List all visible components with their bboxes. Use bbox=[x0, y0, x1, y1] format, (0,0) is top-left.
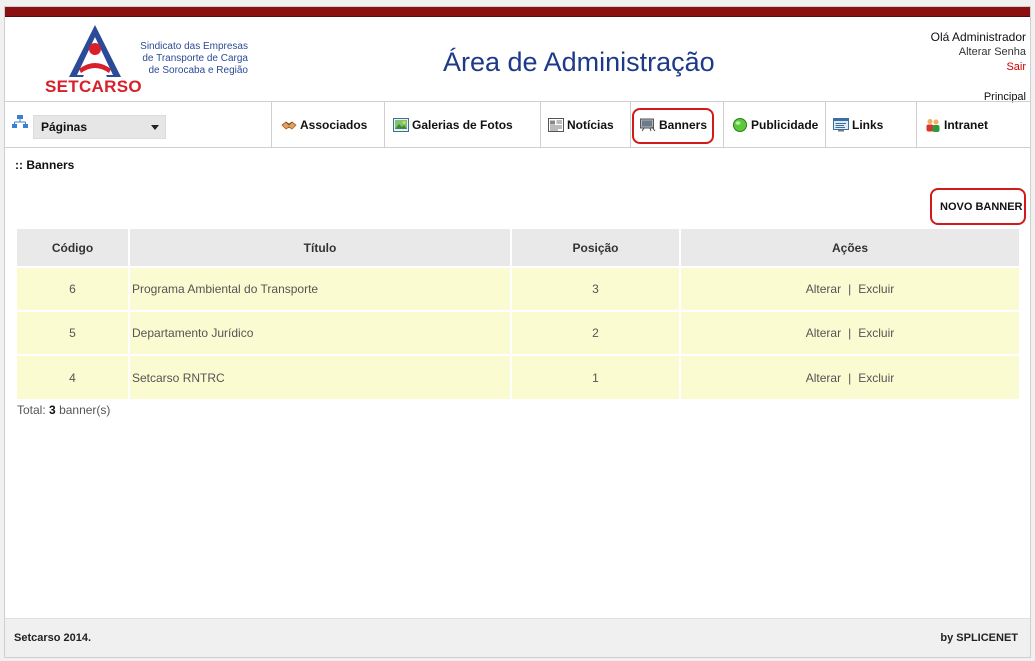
user-box: Olá Administrador Alterar Senha Sair bbox=[931, 30, 1026, 75]
cell-title: Programa Ambiental do Transporte bbox=[129, 266, 512, 311]
main-nav: Páginas Associados Galerias de Fotos Not… bbox=[5, 101, 1030, 148]
nav-label: Associados bbox=[300, 117, 368, 132]
nav-label: Galerias de Fotos bbox=[412, 117, 513, 132]
total-count: 3 bbox=[49, 403, 56, 417]
cell-position: 1 bbox=[511, 354, 681, 399]
cell-position: 3 bbox=[511, 266, 681, 311]
top-bar bbox=[5, 7, 1030, 17]
nav-divider bbox=[271, 102, 272, 147]
breadcrumb: :: Banners bbox=[15, 158, 75, 172]
news-icon bbox=[548, 117, 564, 132]
nav-divider bbox=[723, 102, 724, 147]
nav-divider bbox=[916, 102, 917, 147]
cell-title: Departamento Jurídico bbox=[129, 310, 512, 355]
nav-noticias[interactable]: Notícias bbox=[548, 102, 614, 147]
total-suffix: banner(s) bbox=[59, 403, 111, 417]
greeting: Olá Administrador bbox=[930, 30, 1026, 44]
handshake-icon bbox=[281, 121, 297, 130]
logo-name: SETCARSO bbox=[45, 77, 142, 96]
page-title: Área de Administração bbox=[443, 47, 715, 77]
column-header-acoes: Ações bbox=[680, 229, 1019, 267]
cell-actions: Alterar | Excluir bbox=[680, 310, 1019, 355]
cell-code: 6 bbox=[17, 266, 130, 311]
footer-copyright: Setcarso 2014. bbox=[14, 632, 92, 644]
cell-actions: Alterar | Excluir bbox=[680, 266, 1019, 311]
cell-code: 5 bbox=[17, 310, 130, 355]
action-separator: | bbox=[848, 282, 852, 296]
table-row: 5 Departamento Jurídico 2 Alterar | Exclui… bbox=[17, 310, 1019, 355]
nav-divider bbox=[630, 102, 631, 147]
change-password-link[interactable]: Alterar Senha bbox=[931, 45, 1026, 60]
nav-divider bbox=[825, 102, 826, 147]
table-row: 4 Setcarso RNTRC 1 Alterar | Excluir bbox=[17, 354, 1019, 399]
nav-divider bbox=[540, 102, 541, 147]
column-header-titulo[interactable]: Título bbox=[129, 229, 512, 267]
table-row: 6 Programa Ambiental do Transporte 3 Alt… bbox=[17, 266, 1019, 311]
nav-label: Notícias bbox=[567, 117, 614, 132]
footer-credit[interactable]: by SPLICENET bbox=[940, 632, 1018, 644]
delete-link[interactable]: Excluir bbox=[858, 282, 894, 296]
edit-link[interactable]: Alterar bbox=[806, 371, 841, 385]
delete-link[interactable]: Excluir bbox=[858, 326, 894, 340]
action-separator: | bbox=[848, 370, 852, 385]
nav-galerias[interactable]: Galerias de Fotos bbox=[393, 102, 513, 147]
action-separator: | bbox=[848, 326, 852, 340]
nav-label: Links bbox=[852, 117, 884, 132]
nav-intranet[interactable]: Intranet bbox=[925, 102, 988, 147]
nav-associados[interactable]: Associados bbox=[281, 102, 367, 147]
users-icon bbox=[926, 118, 940, 132]
app-frame: SETCARSO Sindicato das Empresas de Trans… bbox=[4, 6, 1031, 658]
tagline-line: Sindicato das Empresas bbox=[140, 41, 248, 52]
total-prefix: Total: bbox=[17, 403, 46, 417]
cell-actions: Alterar | Excluir bbox=[680, 354, 1019, 399]
edit-link[interactable]: Alterar bbox=[806, 326, 841, 340]
nav-label: Publicidade bbox=[751, 117, 819, 132]
logout-link[interactable]: Sair bbox=[931, 60, 1026, 75]
setcarso-logo[interactable]: SETCARSO Sindicato das Empresas de Trans… bbox=[43, 23, 263, 96]
header: SETCARSO Sindicato das Empresas de Trans… bbox=[5, 17, 1030, 103]
column-header-posicao[interactable]: Posição bbox=[511, 229, 681, 267]
column-header-codigo[interactable]: Código bbox=[17, 229, 130, 267]
logo-tagline: Sindicato das Empresas de Transporte de … bbox=[138, 41, 248, 77]
new-banner-button[interactable]: NOVO BANNER bbox=[940, 201, 1023, 213]
chevron-down-icon bbox=[151, 125, 159, 130]
total-summary: Total: 3 banner(s) bbox=[17, 403, 110, 417]
setcarso-logo-mark-icon bbox=[69, 25, 121, 77]
green-globe-icon bbox=[733, 117, 747, 132]
footer: Setcarso 2014. by SPLICENET bbox=[5, 618, 1030, 657]
cell-position: 2 bbox=[511, 310, 681, 355]
sitemap-icon bbox=[12, 115, 28, 128]
banners-table: Código Título Posição Ações 6 Programa A… bbox=[17, 229, 1019, 399]
pages-select[interactable]: Páginas bbox=[33, 115, 166, 139]
nav-publicidade[interactable]: Publicidade bbox=[732, 102, 818, 147]
nav-divider bbox=[384, 102, 385, 147]
links-icon bbox=[833, 117, 849, 131]
cell-code: 4 bbox=[17, 354, 130, 399]
delete-link[interactable]: Excluir bbox=[858, 371, 894, 385]
cell-title: Setcarso RNTRC bbox=[129, 354, 512, 399]
table-header-row: Código Título Posição Ações bbox=[17, 229, 1019, 267]
nav-label: Intranet bbox=[944, 117, 989, 132]
tagline-line: de Sorocaba e Região bbox=[148, 65, 248, 76]
edit-link[interactable]: Alterar bbox=[806, 282, 841, 296]
pages-select-value: Páginas bbox=[41, 120, 88, 134]
photo-gallery-icon bbox=[393, 117, 409, 132]
tagline-line: de Transporte de Carga bbox=[142, 53, 248, 64]
banners-highlight-outline bbox=[632, 108, 714, 144]
nav-links[interactable]: Links bbox=[833, 102, 883, 147]
